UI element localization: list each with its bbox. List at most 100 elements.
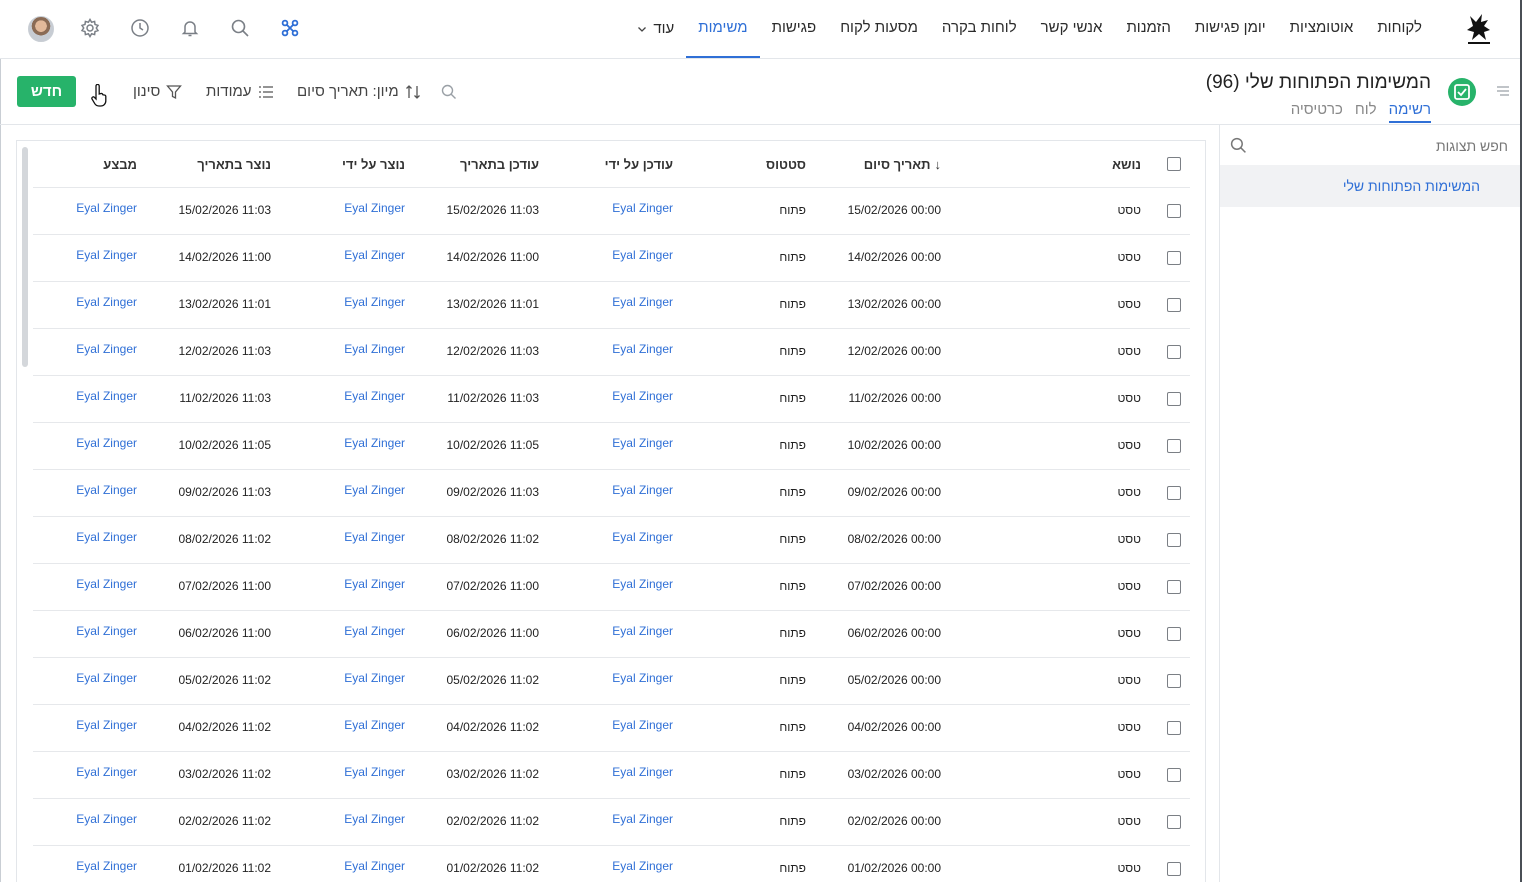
cell-created-by[interactable]: Eyal Zinger xyxy=(344,483,405,497)
cell-created-by[interactable]: Eyal Zinger xyxy=(344,389,405,403)
cell-executor[interactable]: Eyal Zinger xyxy=(76,342,137,356)
cell-updated-by[interactable]: Eyal Zinger xyxy=(612,201,673,215)
table-row[interactable]: טסט 07/02/2026 00:00 פתוח Eyal Zinger 07/02/… xyxy=(33,563,1190,610)
tab-view-1[interactable]: לוח xyxy=(1355,101,1377,123)
new-button[interactable]: חדש xyxy=(17,76,76,107)
row-checkbox[interactable] xyxy=(1167,298,1181,312)
cell-created-by[interactable]: Eyal Zinger xyxy=(344,671,405,685)
nav-item-8[interactable]: משימות xyxy=(686,0,760,58)
row-checkbox[interactable] xyxy=(1167,674,1181,688)
column-header-executor[interactable]: מבצע xyxy=(103,157,137,172)
table-row[interactable]: טסט 02/02/2026 00:00 פתוח Eyal Zinger 02/02/… xyxy=(33,798,1190,845)
cell-updated-by[interactable]: Eyal Zinger xyxy=(612,624,673,638)
filter-button[interactable]: סינון xyxy=(133,83,183,100)
cell-updated-by[interactable]: Eyal Zinger xyxy=(612,295,673,309)
tab-view-0[interactable]: רשימה xyxy=(1388,101,1431,123)
cell-updated-by[interactable]: Eyal Zinger xyxy=(612,765,673,779)
row-checkbox[interactable] xyxy=(1167,251,1181,265)
column-header-updated-at[interactable]: עודכן בתאריך xyxy=(460,157,539,172)
table-row[interactable]: טסט 11/02/2026 00:00 פתוח Eyal Zinger 11/02/… xyxy=(33,375,1190,422)
cell-executor[interactable]: Eyal Zinger xyxy=(76,718,137,732)
column-header-status[interactable]: סטטוס xyxy=(766,157,806,172)
row-checkbox[interactable] xyxy=(1167,815,1181,829)
cell-executor[interactable]: Eyal Zinger xyxy=(76,812,137,826)
gear-icon[interactable] xyxy=(78,16,102,40)
cell-updated-by[interactable]: Eyal Zinger xyxy=(612,436,673,450)
cell-executor[interactable]: Eyal Zinger xyxy=(76,248,137,262)
table-row[interactable]: טסט 03/02/2026 00:00 פתוח Eyal Zinger 03/02/… xyxy=(33,751,1190,798)
logo-icon[interactable] xyxy=(1464,12,1494,46)
views-search-input[interactable] xyxy=(1266,135,1510,157)
cell-executor[interactable]: Eyal Zinger xyxy=(76,295,137,309)
cell-updated-by[interactable]: Eyal Zinger xyxy=(612,859,673,873)
row-checkbox[interactable] xyxy=(1167,862,1181,876)
column-header-created-at[interactable]: נוצר בתאריך xyxy=(197,157,271,172)
nav-more-menu[interactable]: עוד xyxy=(625,0,686,58)
row-checkbox[interactable] xyxy=(1167,627,1181,641)
table-row[interactable]: טסט 15/02/2026 00:00 פתוח Eyal Zinger 15/02/… xyxy=(33,187,1190,234)
row-checkbox[interactable] xyxy=(1167,392,1181,406)
row-checkbox[interactable] xyxy=(1167,345,1181,359)
cell-executor[interactable]: Eyal Zinger xyxy=(76,483,137,497)
row-checkbox[interactable] xyxy=(1167,580,1181,594)
table-row[interactable]: טסט 12/02/2026 00:00 פתוח Eyal Zinger 12/02/… xyxy=(33,328,1190,375)
cell-created-by[interactable]: Eyal Zinger xyxy=(344,530,405,544)
cell-created-by[interactable]: Eyal Zinger xyxy=(344,765,405,779)
nav-item-0[interactable]: לקוחות xyxy=(1365,0,1434,58)
bell-icon[interactable] xyxy=(178,16,202,40)
table-row[interactable]: טסט 05/02/2026 00:00 פתוח Eyal Zinger 05/02/… xyxy=(33,657,1190,704)
cell-executor[interactable]: Eyal Zinger xyxy=(76,577,137,591)
cell-executor[interactable]: Eyal Zinger xyxy=(76,436,137,450)
cell-executor[interactable]: Eyal Zinger xyxy=(76,530,137,544)
row-checkbox[interactable] xyxy=(1167,204,1181,218)
cell-updated-by[interactable]: Eyal Zinger xyxy=(612,389,673,403)
menu-lines-icon[interactable] xyxy=(1496,84,1510,98)
column-header-subject[interactable]: נושא xyxy=(1112,157,1141,172)
table-row[interactable]: טסט 04/02/2026 00:00 פתוח Eyal Zinger 04/02/… xyxy=(33,704,1190,751)
nav-item-1[interactable]: אוטומציות xyxy=(1278,0,1366,58)
tab-view-2[interactable]: כרטיסיה xyxy=(1291,101,1343,123)
table-search-icon[interactable] xyxy=(441,84,457,100)
cell-created-by[interactable]: Eyal Zinger xyxy=(344,436,405,450)
cell-executor[interactable]: Eyal Zinger xyxy=(76,624,137,638)
cell-updated-by[interactable]: Eyal Zinger xyxy=(612,671,673,685)
cell-updated-by[interactable]: Eyal Zinger xyxy=(612,577,673,591)
column-header-created-by[interactable]: נוצר על ידי xyxy=(342,157,405,172)
cell-created-by[interactable]: Eyal Zinger xyxy=(344,201,405,215)
avatar[interactable] xyxy=(28,16,54,42)
row-checkbox[interactable] xyxy=(1167,721,1181,735)
table-row[interactable]: טסט 10/02/2026 00:00 פתוח Eyal Zinger 10/02/… xyxy=(33,422,1190,469)
cell-created-by[interactable]: Eyal Zinger xyxy=(344,624,405,638)
cell-created-by[interactable]: Eyal Zinger xyxy=(344,859,405,873)
cell-updated-by[interactable]: Eyal Zinger xyxy=(612,342,673,356)
nav-item-6[interactable]: מסעות לקוח xyxy=(828,0,930,58)
cell-executor[interactable]: Eyal Zinger xyxy=(76,859,137,873)
nav-item-5[interactable]: לוחות בקרה xyxy=(930,0,1029,58)
sidebar-item-my-open-tasks[interactable]: המשימות הפתוחות שלי xyxy=(1220,165,1520,207)
nav-item-2[interactable]: יומן פגישות xyxy=(1183,0,1278,58)
row-checkbox[interactable] xyxy=(1167,533,1181,547)
table-row[interactable]: טסט 13/02/2026 00:00 פתוח Eyal Zinger 13/02/… xyxy=(33,281,1190,328)
cell-updated-by[interactable]: Eyal Zinger xyxy=(612,718,673,732)
row-checkbox[interactable] xyxy=(1167,439,1181,453)
table-row[interactable]: טסט 01/02/2026 00:00 פתוח Eyal Zinger 01/02/… xyxy=(33,845,1190,882)
column-header-due-date[interactable]: ↓תאריך סיום xyxy=(864,157,941,172)
search-icon[interactable] xyxy=(228,16,252,40)
cell-executor[interactable]: Eyal Zinger xyxy=(76,671,137,685)
table-row[interactable]: טסט 06/02/2026 00:00 פתוח Eyal Zinger 06/02/… xyxy=(33,610,1190,657)
cell-updated-by[interactable]: Eyal Zinger xyxy=(612,248,673,262)
nav-item-7[interactable]: פגישות xyxy=(760,0,829,58)
clock-icon[interactable] xyxy=(128,16,152,40)
cell-updated-by[interactable]: Eyal Zinger xyxy=(612,812,673,826)
table-row[interactable]: טסט 08/02/2026 00:00 פתוח Eyal Zinger 08/02/… xyxy=(33,516,1190,563)
cell-created-by[interactable]: Eyal Zinger xyxy=(344,295,405,309)
cell-executor[interactable]: Eyal Zinger xyxy=(76,765,137,779)
cell-created-by[interactable]: Eyal Zinger xyxy=(344,248,405,262)
cell-created-by[interactable]: Eyal Zinger xyxy=(344,577,405,591)
column-header-updated-by[interactable]: עודכן על ידי xyxy=(605,157,673,172)
select-all-checkbox[interactable] xyxy=(1167,157,1181,171)
cell-created-by[interactable]: Eyal Zinger xyxy=(344,812,405,826)
scrollbar[interactable] xyxy=(22,147,28,367)
nav-item-4[interactable]: אנשי קשר xyxy=(1029,0,1115,58)
cell-updated-by[interactable]: Eyal Zinger xyxy=(612,483,673,497)
